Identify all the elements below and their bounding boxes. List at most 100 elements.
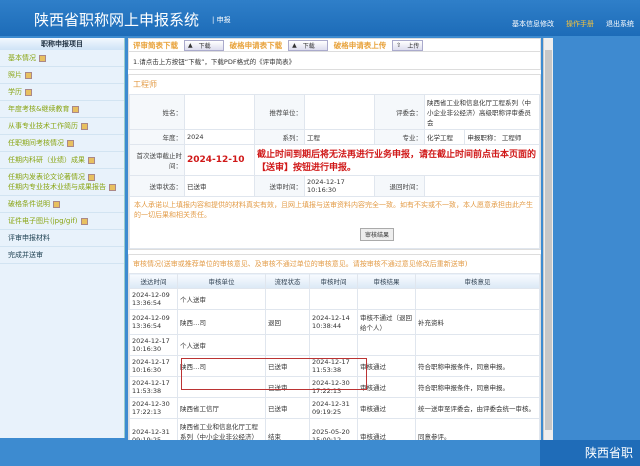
label: 任期内专业技术业绩与成果报告	[8, 183, 106, 191]
table-cell: 退回	[265, 309, 310, 335]
label: 任职期间考核情况	[8, 139, 64, 147]
table-cell: 2024-12-09 13:36:54	[129, 288, 178, 310]
sidebar-item[interactable]: 评审申报材料	[0, 230, 124, 247]
table-cell: 2024-12-30 17:22:13	[129, 397, 178, 419]
header: 陕西省职称网上申报系统 | 申报 基本信息修改 操作手册 退出系统	[0, 0, 640, 36]
column-header: 流程状态	[265, 273, 310, 289]
table-cell: 陕西…司	[177, 309, 266, 335]
toolbar: 评审简表下载 ▲ 下载 破格申请表下载 ▲ 下载 破格申请表上传 ⇧ 上传	[128, 38, 541, 52]
label: 评审简表下载	[133, 40, 178, 50]
table-cell: 符合职称申报条件，同意申报。	[415, 376, 540, 398]
label: 从事专业技术工作简历	[8, 122, 78, 130]
review-result-button[interactable]: 审核结果	[360, 228, 395, 241]
table-cell: 2024-12-09 13:36:54	[129, 309, 178, 335]
label: 姓名：	[129, 94, 185, 130]
download-icon: ▲	[292, 41, 297, 49]
label: 破格申请表上传	[333, 40, 387, 50]
value: 陕西省工业和信息化厅工程系列（中小企业非公经济）高级职称评审委员会	[424, 94, 540, 130]
sidebar-item[interactable]: 破格条件说明	[0, 196, 124, 213]
sidebar-item[interactable]: 完成并送审	[0, 247, 124, 264]
edit-icon	[53, 200, 60, 208]
label: 送审状态：	[129, 175, 185, 197]
sidebar-item[interactable]: 基本情况	[0, 50, 124, 67]
download-icon: ▲	[188, 41, 193, 49]
table-cell: 2024-12-17 11:53:38	[129, 376, 178, 398]
sidebar-item[interactable]: 任职期间考核情况	[0, 135, 124, 152]
download-summary-button[interactable]: ▲ 下载	[184, 39, 224, 51]
separator: |	[212, 16, 215, 24]
download-exception-button[interactable]: ▲ 下载	[288, 39, 328, 51]
edit-icon	[25, 71, 32, 79]
table-cell: 个人送审	[177, 288, 266, 310]
review-table: 送达时间 审核单位 流程状态 审核时间 审核结果 审核意见 2024-12-09 13:3…	[129, 273, 540, 440]
value: 已送审	[184, 175, 255, 197]
label: 上传	[407, 42, 420, 50]
sidebar-item[interactable]: 任期内发表论文论著情况 任期内专业技术业绩与成果报告	[0, 169, 124, 196]
label: 照片	[8, 71, 22, 79]
table-cell: 2024-12-17 10:16:30	[129, 334, 178, 356]
table-cell: 2025-05-20 15:00:12	[309, 418, 358, 440]
table-cell: 统一送审至评委会，由评委会统一审核。	[415, 397, 540, 419]
label: 年度：	[129, 129, 185, 145]
edit-icon	[80, 217, 88, 225]
sidebar-item[interactable]: 年度考核&继续教育	[0, 101, 124, 118]
logout-link[interactable]: 退出系统	[606, 19, 634, 29]
table-cell: 2024-12-31 09:19:25	[309, 397, 358, 419]
scrollbar-thumb[interactable]	[545, 50, 552, 430]
sidebar-item[interactable]: 照片	[0, 67, 124, 84]
sidebar-item[interactable]: 学历	[0, 84, 124, 101]
table-row: 2024-12-30 17:22:13 陕西省工信厅 已送审 2024-12-31 0…	[129, 397, 540, 419]
pledge-text: 本人承诺以上填报内容和提供的材料真实有效，且网上填报与送审资料内容完全一致。如有…	[129, 197, 540, 249]
table-cell	[309, 334, 358, 356]
value: 申报职称： 工程师	[464, 129, 540, 145]
subtitle: 申报	[216, 16, 231, 24]
table-row: 2024-12-09 13:36:54 陕西…司 退回 2024-12-14 10:3…	[129, 309, 540, 335]
table-cell: 陕西省工业和信息化厅工程系列（中小企业非公经济）高级职称评审委员会	[177, 418, 266, 440]
table-cell: 已送审	[265, 397, 310, 419]
table-row: 2024-12-31 09:19:25 陕西省工业和信息化厅工程系列（中小企业非公…	[129, 418, 540, 440]
table-cell: 审核通过	[357, 397, 416, 419]
value	[304, 94, 375, 130]
table-cell	[265, 288, 310, 310]
table-cell: 符合职称申报条件，同意申报。	[415, 355, 540, 377]
app-subtitle: | 申报	[212, 15, 231, 25]
table-cell: 审核通过	[357, 418, 416, 440]
info-section: 工程师 姓名： 推荐单位： 评委会： 陕西省工业和信息化厅工程系列（中小企业非公经济）…	[128, 74, 541, 250]
upload-button[interactable]: ⇧ 上传	[392, 39, 424, 51]
manual-link[interactable]: 操作手册	[566, 19, 594, 29]
label: 年度考核&继续教育	[8, 105, 70, 113]
label: 下载	[302, 42, 315, 50]
value: 工程	[304, 129, 375, 145]
table-cell: 陕西省工信厅	[177, 397, 266, 419]
edit-icon	[72, 105, 80, 113]
value: 工程师	[501, 134, 522, 142]
column-header: 审核时间	[309, 273, 358, 289]
review-section: 审核情况(送审或推荐单位的审核意见、及审核不通过单位的审核意见。请按审核不通过意…	[128, 254, 541, 440]
value: 2024-12-17 10:16:30	[304, 175, 375, 197]
sidebar-item[interactable]: 证件电子图片(jpg/gif)	[0, 213, 124, 230]
value: 化学工程	[423, 129, 466, 145]
scrollbar[interactable]	[543, 38, 553, 440]
column-header: 审核意见	[415, 273, 540, 289]
label: 评委会：	[374, 94, 425, 130]
edit-profile-link[interactable]: 基本信息修改	[512, 19, 554, 29]
table-cell: 同意参评。	[415, 418, 540, 440]
highlight-box	[181, 358, 367, 390]
column-header: 审核单位	[177, 273, 266, 289]
table-cell: 审核不通过（退回给个人）	[357, 309, 416, 335]
label: 破格条件说明	[8, 200, 50, 208]
sidebar: 职称申报项目 基本情况 照片 学历 年度考核&继续教育 从事专业技术工作简历 任…	[0, 38, 125, 438]
label: 申报职称：	[467, 134, 500, 142]
deadline: 2024-12-10	[184, 144, 255, 176]
edit-icon	[25, 88, 32, 96]
deadline-note: 截止时间到期后将无法再进行业务申报，请在截止时间前点击本页面的【送审】按钮进行申…	[254, 144, 540, 176]
sidebar-item[interactable]: 任期内科研（业绩）成果	[0, 152, 124, 169]
value	[184, 94, 255, 130]
label: 破格申请表下载	[229, 40, 283, 50]
table-cell	[357, 334, 416, 356]
table-cell: 2024-12-17 10:16:30	[129, 355, 178, 377]
table-row: 2024-12-09 13:36:54 个人送审	[129, 288, 540, 310]
sidebar-item[interactable]: 从事专业技术工作简历	[0, 118, 124, 135]
label: 系列：	[254, 129, 305, 145]
tip-text: 1.请点击上方按钮“下载”，下载PDF格式的《评审简表》	[128, 52, 541, 70]
